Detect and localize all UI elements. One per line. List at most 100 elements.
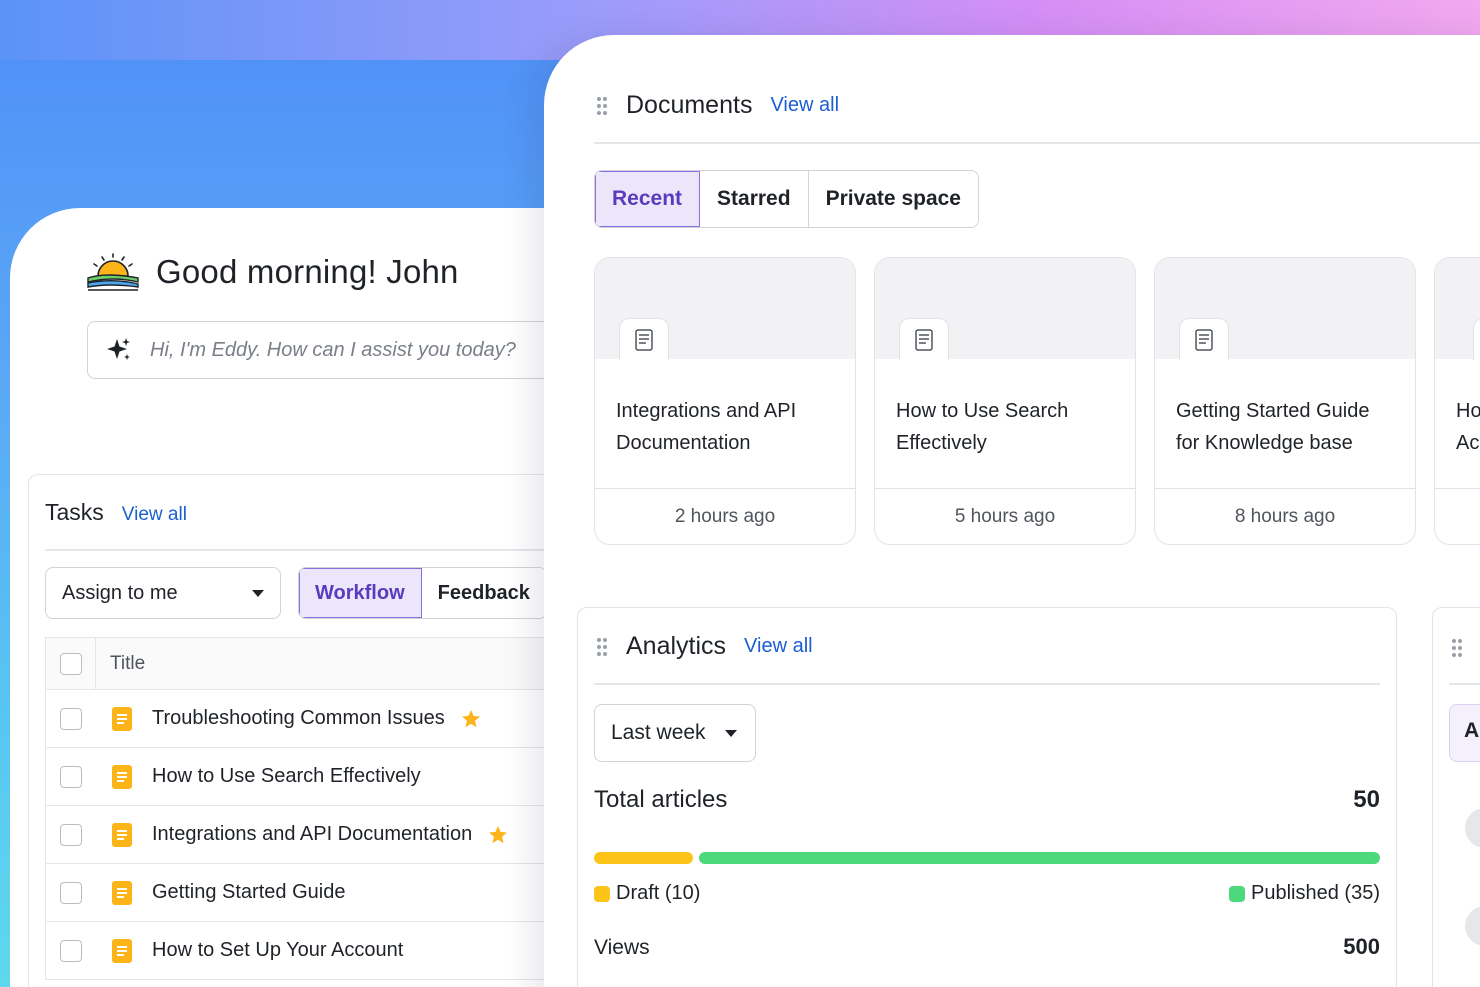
documents-tabs: Recent Starred Private space <box>594 170 979 228</box>
document-thumbnail <box>875 258 1135 360</box>
analytics-view-all-link[interactable]: View all <box>744 635 813 658</box>
divider <box>45 549 605 551</box>
documents-header: Documents View all <box>596 91 839 120</box>
total-articles-row: Total articles 50 <box>594 786 1380 814</box>
sunrise-icon <box>87 253 139 291</box>
views-value: 500 <box>1343 934 1380 959</box>
divider <box>1449 683 1480 685</box>
total-articles-label: Total articles <box>594 786 728 813</box>
drag-handle-icon[interactable] <box>596 96 608 116</box>
document-card[interactable]: How to Use Search Effectively 5 hours ag… <box>874 257 1136 545</box>
tab-feedback[interactable]: Feedback <box>421 568 546 618</box>
document-name: How to Use Search Effectively <box>875 359 1135 489</box>
row-check-cell <box>46 922 96 979</box>
published-progress-bar <box>699 852 1380 864</box>
tab-private-space[interactable]: Private space <box>808 171 978 227</box>
row-checkbox[interactable] <box>60 939 82 962</box>
document-tab <box>619 318 669 360</box>
row-title: Integrations and API Documentation <box>152 823 473 845</box>
tasks-view-all-link[interactable]: View all <box>122 504 187 526</box>
document-time: 8 hours ago <box>1234 506 1336 527</box>
row-checkbox[interactable] <box>60 707 82 730</box>
caret-down-icon <box>252 589 264 597</box>
column-header-title[interactable]: Title <box>96 653 145 675</box>
select-all-cell <box>46 638 96 689</box>
tasks-title: Tasks <box>45 499 104 525</box>
documents-view-all-link[interactable]: View all <box>770 94 839 117</box>
draft-color-dot <box>594 885 610 902</box>
divider <box>594 142 1480 144</box>
date-range-dropdown[interactable]: Last week <box>594 704 756 762</box>
analytics-title: Analytics <box>626 632 727 660</box>
analytics-header: Analytics View all <box>596 632 813 661</box>
document-time: 5 hours ago <box>954 506 1056 527</box>
star-icon[interactable] <box>488 825 508 845</box>
caret-down-icon <box>725 729 737 737</box>
row-checkbox[interactable] <box>60 881 82 904</box>
row-check-cell <box>46 864 96 921</box>
side-widget: Al <box>1432 607 1480 987</box>
tasks-tabs: Workflow Feedback <box>298 567 547 619</box>
document-tab <box>1473 318 1480 360</box>
tab-starred[interactable]: Starred <box>700 171 809 227</box>
draft-legend: Draft (10) <box>594 882 700 905</box>
views-row: Views 500 <box>594 934 1380 960</box>
greeting-text: Good morning! John <box>156 253 459 290</box>
total-articles-value: 50 <box>1353 786 1380 813</box>
draft-progress-bar <box>594 852 693 864</box>
table-row[interactable]: Troubleshooting Common Issues <box>46 690 604 748</box>
row-title: Troubleshooting Common Issues <box>152 707 445 729</box>
assistant-input-box[interactable] <box>87 321 607 379</box>
row-check-cell <box>46 806 96 863</box>
table-header: Title <box>46 638 604 690</box>
file-icon <box>1195 328 1213 351</box>
document-card[interactable]: Ho Ac <box>1434 257 1480 545</box>
row-check-cell <box>46 748 96 805</box>
table-row[interactable]: Getting Started Guide <box>46 864 604 922</box>
row-checkbox[interactable] <box>60 823 82 846</box>
row-title: How to Use Search Effectively <box>152 765 421 787</box>
views-label: Views <box>594 936 650 959</box>
document-card[interactable]: Integrations and API Documentation 2 hou… <box>594 257 856 545</box>
select-all-checkbox[interactable] <box>59 652 82 675</box>
document-icon <box>112 706 132 731</box>
document-icon <box>112 880 132 905</box>
date-range-value: Last week <box>611 721 706 744</box>
document-name: Ho Ac <box>1435 359 1480 489</box>
avatar <box>1465 808 1480 848</box>
greeting: Good morning! John <box>86 252 459 292</box>
drag-handle-icon[interactable] <box>1451 638 1463 658</box>
document-icon <box>112 938 132 963</box>
tasks-header: Tasks View all <box>45 499 187 526</box>
avatar <box>1465 906 1480 946</box>
sparkles-icon <box>107 338 130 360</box>
row-check-cell <box>46 690 96 747</box>
document-tab <box>899 318 949 360</box>
side-tab[interactable]: Al <box>1449 704 1480 762</box>
published-color-dot <box>1229 885 1246 902</box>
table-row[interactable]: How to Set Up Your Account <box>46 922 604 980</box>
assign-filter-dropdown[interactable]: Assign to me <box>45 567 281 619</box>
drag-handle-icon[interactable] <box>596 637 608 657</box>
document-icon <box>112 822 132 847</box>
document-thumbnail <box>595 258 855 360</box>
row-title: Getting Started Guide <box>152 881 346 903</box>
home-card: Good morning! John Tasks View all Assign… <box>10 208 628 987</box>
file-icon <box>915 328 933 351</box>
document-time: 2 hours ago <box>674 506 776 527</box>
table-row[interactable]: How to Use Search Effectively <box>46 748 604 806</box>
assistant-input[interactable] <box>150 338 570 362</box>
tasks-widget: Tasks View all Assign to me Workflow Fee… <box>28 474 628 987</box>
document-card[interactable]: Getting Started Guide for Knowledge base… <box>1154 257 1416 545</box>
published-legend-label: Published (35) <box>1251 882 1380 904</box>
draft-legend-label: Draft (10) <box>616 882 701 904</box>
star-icon[interactable] <box>461 709 481 729</box>
row-checkbox[interactable] <box>60 765 82 788</box>
tasks-table: Title Troubleshooting Common Issues How … <box>45 637 605 980</box>
document-thumbnail <box>1155 258 1415 360</box>
row-title: How to Set Up Your Account <box>152 939 404 961</box>
tab-recent[interactable]: Recent <box>595 171 701 227</box>
tab-workflow[interactable]: Workflow <box>299 568 422 618</box>
file-icon <box>635 328 653 351</box>
table-row[interactable]: Integrations and API Documentation <box>46 806 604 864</box>
